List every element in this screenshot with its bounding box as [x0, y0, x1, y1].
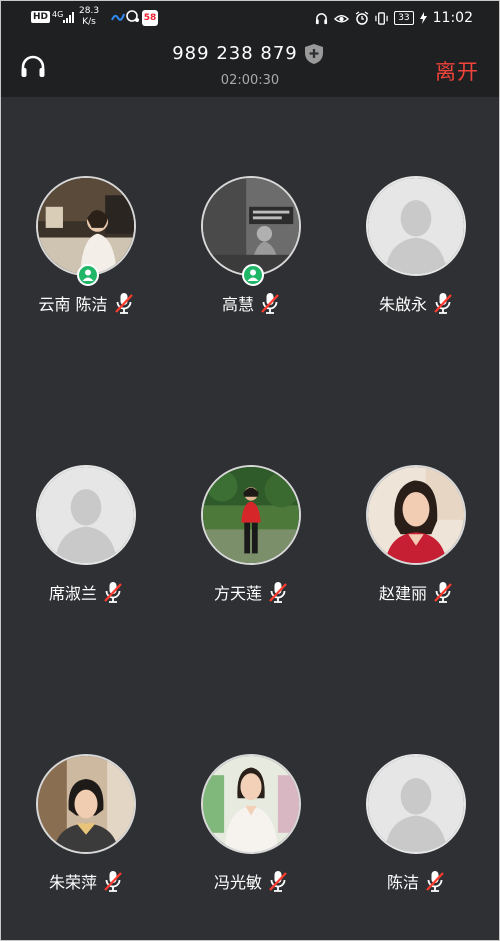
participant-label: 朱荣萍	[21, 869, 151, 893]
participant-name: 冯光敏	[213, 873, 262, 892]
network-speed: 28.3 K/s	[79, 6, 99, 28]
participant-avatar	[366, 754, 466, 854]
network-speed-unit: K/s	[82, 17, 96, 27]
host-badge-icon	[77, 264, 99, 286]
participant-name: 席淑兰	[48, 584, 97, 603]
top-bar: HD 4G 28.3 K/s 58 33 11:02 989 238 879 0…	[1, 1, 499, 97]
network-speed-value: 28.3	[79, 6, 100, 16]
participant-tile[interactable]: 方天莲	[186, 465, 316, 610]
shield-plus-icon[interactable]	[304, 43, 324, 65]
default-avatar-icon	[38, 467, 134, 563]
hd-indicator: HD	[31, 11, 51, 23]
photo-woman-room-image	[38, 178, 134, 274]
participant-avatar	[36, 465, 136, 565]
photo-woman-portrait-image	[38, 756, 134, 852]
photo-woman-red-image	[368, 467, 464, 563]
participant-tile[interactable]: 朱啟永	[351, 176, 481, 321]
mic-muted-icon	[268, 870, 288, 892]
eye-comfort-icon	[334, 14, 350, 22]
leave-button[interactable]: 离开	[435, 56, 479, 86]
participant-name: 朱荣萍	[48, 873, 97, 892]
participant-tile[interactable]: 席淑兰	[21, 465, 151, 610]
mic-muted-icon	[103, 870, 123, 892]
participant-label: 席淑兰	[21, 580, 151, 604]
participant-label: 陈洁	[351, 869, 481, 893]
mic-muted-icon	[433, 292, 453, 314]
meeting-number: 989 238 879	[1, 43, 499, 64]
meeting-number-text: 989 238 879	[172, 43, 298, 64]
participant-name: 陈洁	[386, 873, 419, 892]
participant-label: 方天莲	[186, 580, 316, 604]
participant-name: 方天莲	[213, 584, 262, 603]
app-58-icon: 58	[142, 10, 158, 26]
participant-avatar	[201, 176, 301, 276]
participant-avatar	[36, 176, 136, 276]
chat-notification-icon	[125, 9, 140, 27]
photo-bw-piano-image	[203, 178, 299, 274]
vibrate-icon	[375, 11, 388, 25]
default-avatar-icon	[368, 756, 464, 852]
participant-name: 赵建丽	[378, 584, 427, 603]
app-notification-icon	[111, 11, 125, 25]
participant-name: 云南 陈洁	[38, 295, 108, 314]
mic-muted-icon	[103, 581, 123, 603]
mic-muted-icon	[433, 581, 453, 603]
default-avatar-icon	[368, 178, 464, 274]
charging-icon	[419, 12, 427, 24]
mic-muted-icon	[425, 870, 445, 892]
status-right-group: 33 11:02	[315, 10, 473, 26]
participant-name: 朱啟永	[378, 295, 427, 314]
battery-level: 33	[394, 11, 414, 25]
photo-woman-white-image	[203, 756, 299, 852]
participant-avatar	[201, 465, 301, 565]
mic-muted-icon	[114, 292, 134, 314]
status-bar: HD 4G 28.3 K/s 58 33 11:02	[1, 1, 499, 35]
meeting-screen: HD 4G 28.3 K/s 58 33 11:02 989 238 879 0…	[0, 0, 500, 941]
participant-tile[interactable]: 赵建丽	[351, 465, 481, 610]
participant-label: 高慧	[186, 291, 316, 315]
headphone-status-icon	[316, 12, 328, 24]
mic-muted-icon	[260, 292, 280, 314]
meeting-duration: 02:00:30	[220, 73, 280, 88]
participant-tile[interactable]: 冯光敏	[186, 754, 316, 899]
clock: 11:02	[432, 10, 473, 26]
participant-avatar	[366, 465, 466, 565]
participant-avatar	[366, 176, 466, 276]
participant-label: 云南 陈洁	[21, 291, 151, 315]
participant-avatar	[36, 754, 136, 854]
signal-icon	[63, 12, 75, 26]
host-badge-icon	[242, 264, 264, 286]
participant-tile[interactable]: 陈洁	[351, 754, 481, 899]
participant-tile[interactable]: 高慧	[186, 176, 316, 321]
participant-avatar	[201, 754, 301, 854]
photo-woman-garden-image	[203, 467, 299, 563]
participant-label: 赵建丽	[351, 580, 481, 604]
participant-label: 朱啟永	[351, 291, 481, 315]
mic-muted-icon	[268, 581, 288, 603]
participant-tile[interactable]: 朱荣萍	[21, 754, 151, 899]
alarm-icon	[355, 11, 369, 25]
participant-tile[interactable]: 云南 陈洁	[21, 176, 151, 321]
network-indicator: 4G	[52, 10, 64, 19]
participant-name: 高慧	[221, 295, 254, 314]
participant-label: 冯光敏	[186, 869, 316, 893]
